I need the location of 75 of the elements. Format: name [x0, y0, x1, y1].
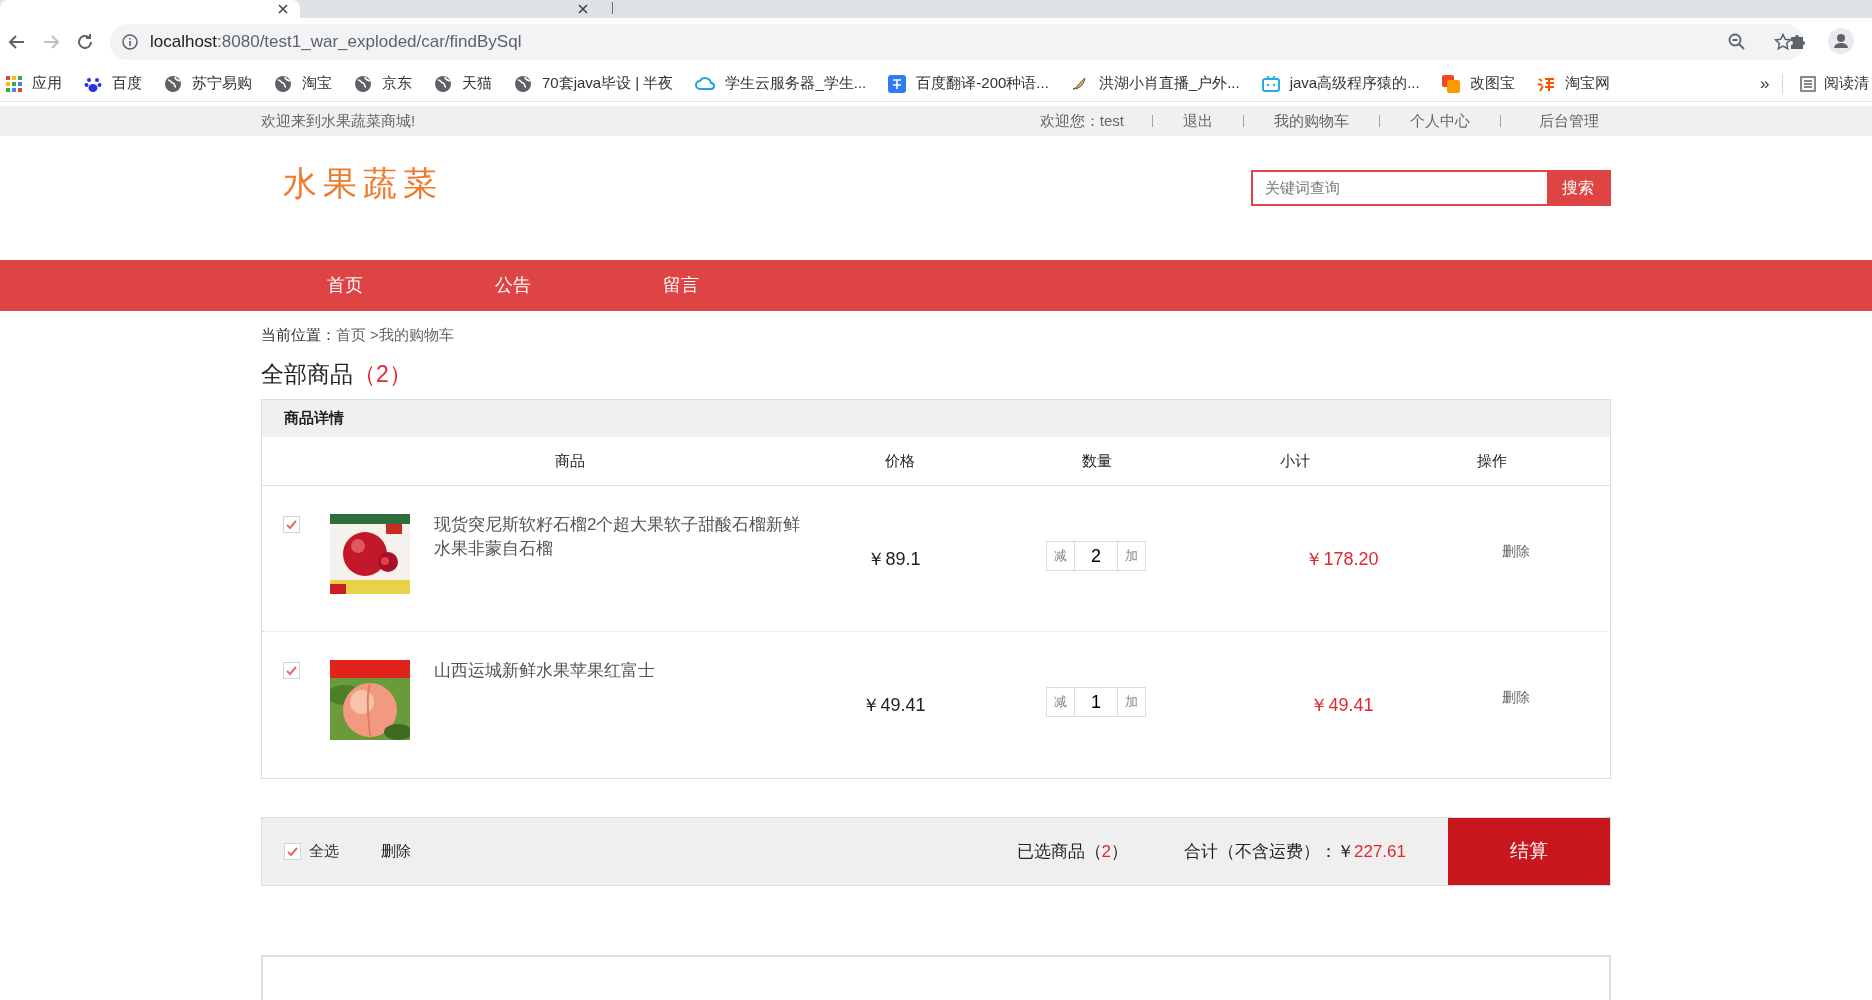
bookmark[interactable]: 应用 [6, 72, 62, 95]
cloud-icon [695, 75, 716, 92]
top-link[interactable]: 后台管理 [1539, 109, 1599, 133]
globe-icon [164, 74, 182, 93]
user-greeting: 欢迎您：test [1039, 110, 1124, 131]
shop-icon [1536, 75, 1555, 92]
tv-icon [1261, 75, 1280, 92]
address-bar[interactable]: localhost:8080/test1_war_exploded/car/findBySql [110, 24, 1804, 60]
breadcrumb-label: 当前位置： [261, 325, 336, 345]
delete-link[interactable]: 删除 [1502, 543, 1530, 559]
close-icon[interactable] [578, 4, 588, 14]
breadcrumb-link[interactable]: 首页 [336, 324, 366, 347]
bookmark[interactable]: 百度 [84, 72, 142, 95]
subtotal: ￥49.41 [1309, 694, 1375, 717]
top-link[interactable]: 我的购物车 [1274, 109, 1349, 133]
globe-icon [514, 74, 532, 93]
product-name[interactable]: 山西运城新鲜水果苹果红富士 [434, 632, 814, 778]
profile-icon[interactable] [1828, 28, 1854, 54]
squares-icon [1441, 74, 1460, 93]
bookmark[interactable]: 京东 [354, 72, 412, 95]
globe-icon [274, 74, 292, 93]
bookmark[interactable]: java高级程序猿的... [1261, 72, 1420, 95]
search-field[interactable]: 关键词查询 搜索 [1251, 170, 1611, 206]
apps-icon [6, 75, 22, 92]
product-name[interactable]: 现货突尼斯软籽石榴2个超大果软子甜酸石榴新鲜水果非蒙自石榴 [434, 486, 814, 631]
reading-list[interactable]: 阅读清 [1800, 72, 1869, 95]
checkbox[interactable] [283, 662, 300, 679]
back-icon[interactable] [8, 33, 26, 51]
bookmark[interactable]: 百度翻译-200种语... [888, 72, 1049, 95]
selected-count: 已选商品（2） [1016, 840, 1128, 863]
breadcrumb-current: >我的购物车 [370, 325, 454, 345]
bookmark[interactable]: 淘宝网 [1536, 72, 1610, 95]
info-icon [122, 34, 138, 50]
nav-link[interactable]: 留言 [597, 272, 765, 299]
bookmark[interactable]: 改图宝 [1441, 72, 1515, 95]
bookmark[interactable]: 天猫 [434, 72, 492, 95]
globe-icon [354, 74, 372, 93]
bookmark[interactable]: 苏宁易购 [164, 72, 252, 95]
column-header: 数量 [1081, 450, 1113, 471]
subtotal: ￥178.20 [1304, 548, 1380, 571]
total-price: 合计（不含运费）：￥227.61 [1184, 840, 1406, 863]
reload-icon[interactable] [76, 33, 94, 51]
close-icon[interactable] [278, 4, 288, 14]
translate-icon [888, 74, 907, 93]
column-header: 商品 [554, 450, 586, 471]
delete-link[interactable]: 删除 [1502, 689, 1530, 705]
price: ￥89.1 [866, 548, 922, 571]
welcome-text: 欢迎来到水果蔬菜商城! [261, 110, 417, 131]
item-count: （2） [353, 359, 412, 389]
zoom-out-icon[interactable] [1728, 33, 1746, 51]
nav-link[interactable]: 首页 [261, 272, 429, 299]
delete-selected-link[interactable]: 删除 [381, 840, 411, 863]
section-header: 商品详情 [262, 400, 1610, 437]
price: ￥49.41 [861, 694, 927, 717]
checkbox[interactable] [283, 516, 300, 533]
globe-icon [434, 74, 452, 93]
nav-link[interactable]: 公告 [429, 272, 597, 299]
url-text: localhost:8080/test1_war_exploded/car/findBySql [150, 31, 523, 54]
star-icon[interactable] [1774, 33, 1792, 51]
list-icon [1800, 75, 1816, 92]
search-button[interactable]: 搜索 [1547, 172, 1609, 204]
column-header: 操作 [1476, 450, 1508, 471]
column-header: 价格 [883, 450, 916, 471]
bookmark[interactable]: 淘宝 [274, 72, 332, 95]
bookmark[interactable]: 洪湖小肖直播_户外... [1070, 72, 1240, 95]
checkout-button[interactable]: 结算 [1448, 818, 1610, 885]
more-bookmarks[interactable]: » [1760, 70, 1770, 97]
bookmark[interactable]: 70套java毕设 | 半夜 [514, 72, 674, 95]
column-header: 小计 [1278, 450, 1311, 471]
top-link[interactable]: 退出 [1183, 109, 1213, 133]
top-link[interactable]: 个人中心 [1410, 109, 1470, 133]
page-heading: 全部商品 [261, 359, 353, 389]
select-all-label[interactable]: 全选 [309, 840, 339, 863]
bookmark[interactable]: 学生云服务器_学生... [695, 72, 867, 95]
checkbox[interactable] [284, 843, 301, 860]
